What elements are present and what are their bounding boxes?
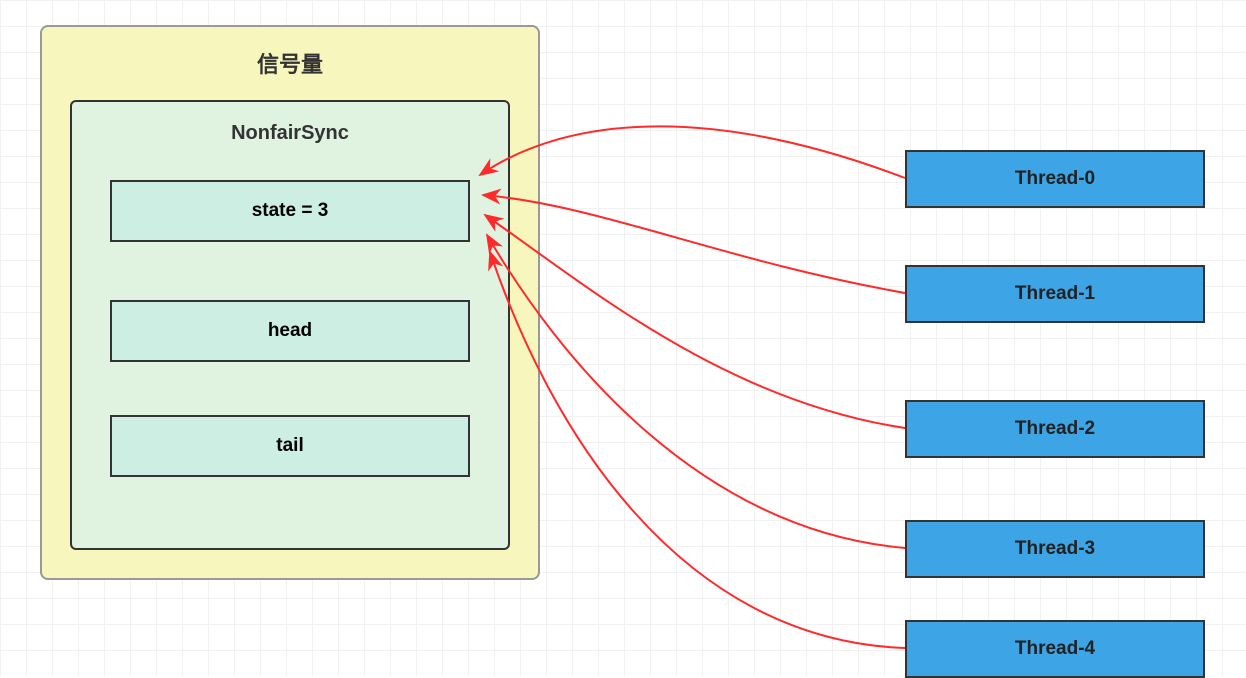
state-field: state = 3 (110, 180, 470, 242)
state-label: state = 3 (252, 200, 329, 222)
thread-label: Thread-2 (1015, 418, 1095, 440)
thread-box-1: Thread-1 (905, 265, 1205, 323)
thread-box-3: Thread-3 (905, 520, 1205, 578)
thread-label: Thread-3 (1015, 538, 1095, 560)
thread-label: Thread-4 (1015, 638, 1095, 660)
tail-label: tail (276, 435, 303, 457)
thread-box-0: Thread-0 (905, 150, 1205, 208)
head-label: head (268, 320, 312, 342)
semaphore-title: 信号量 (42, 27, 538, 79)
head-field: head (110, 300, 470, 362)
thread-box-4: Thread-4 (905, 620, 1205, 678)
tail-field: tail (110, 415, 470, 477)
thread-label: Thread-1 (1015, 283, 1095, 305)
nonfairsync-title: NonfairSync (72, 102, 508, 145)
thread-label: Thread-0 (1015, 168, 1095, 190)
thread-box-2: Thread-2 (905, 400, 1205, 458)
